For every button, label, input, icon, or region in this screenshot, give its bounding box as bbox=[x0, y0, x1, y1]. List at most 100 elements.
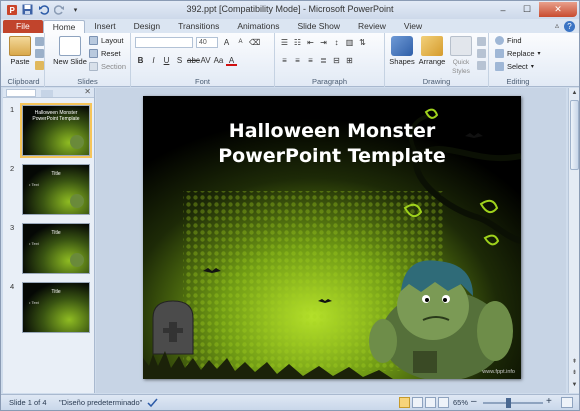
select-icon bbox=[495, 62, 504, 71]
close-panel-icon[interactable]: ✕ bbox=[84, 87, 91, 96]
font-size-combo[interactable]: 40 bbox=[196, 37, 218, 48]
underline-icon[interactable]: U bbox=[161, 55, 172, 66]
tab-file[interactable]: File bbox=[3, 20, 43, 33]
slide-number: 3 bbox=[10, 223, 15, 232]
previous-slide-icon[interactable]: ⇞ bbox=[570, 358, 579, 367]
slide-thumbnail[interactable]: Title • Text bbox=[22, 223, 90, 274]
shape-outline-icon[interactable] bbox=[477, 49, 486, 58]
slide-thumbnail[interactable]: Title • Text bbox=[22, 282, 90, 333]
zoom-out-icon[interactable]: – bbox=[471, 396, 477, 407]
slide-title-line-2: PowerPoint Template bbox=[218, 145, 446, 167]
slide-thumbnail-row[interactable]: 2 Title • Text bbox=[3, 164, 95, 216]
bullets-icon[interactable]: ☰ bbox=[279, 37, 290, 48]
slides-panel: ✕ 1 Halloween Monster PowerPoint Templat… bbox=[3, 87, 95, 393]
slide-thumbnail[interactable]: Halloween Monster PowerPoint Template bbox=[22, 105, 90, 156]
close-icon[interactable]: ✕ bbox=[539, 2, 577, 17]
outline-tab[interactable] bbox=[41, 90, 53, 97]
zoom-slider-knob[interactable] bbox=[506, 398, 511, 408]
copy-icon[interactable] bbox=[35, 49, 44, 58]
align-right-icon[interactable]: ≡ bbox=[305, 55, 316, 66]
slide-title[interactable]: Halloween Monster PowerPoint Template bbox=[143, 119, 521, 169]
slide-canvas[interactable]: Halloween Monster PowerPoint Template ww… bbox=[143, 96, 521, 379]
italic-icon[interactable]: I bbox=[148, 55, 159, 66]
minimize-icon[interactable]: – bbox=[491, 2, 515, 17]
thumbnail-title: Title bbox=[51, 230, 61, 236]
slide-thumbnail-row[interactable]: 3 Title • Text bbox=[3, 223, 95, 275]
tab-home[interactable]: Home bbox=[42, 20, 86, 33]
section-button[interactable]: Section bbox=[89, 62, 126, 71]
reading-view-icon[interactable] bbox=[425, 397, 436, 408]
new-slide-button[interactable]: New Slide bbox=[53, 36, 87, 66]
shape-fill-icon[interactable] bbox=[477, 37, 486, 46]
quick-styles-button[interactable]: Quick Styles bbox=[447, 36, 475, 75]
shrink-font-icon[interactable]: A bbox=[235, 37, 246, 48]
replace-button[interactable]: Replace ▾ bbox=[495, 49, 541, 58]
slide-count-text: Slide 1 of 4 bbox=[9, 398, 47, 407]
font-color-icon[interactable]: A bbox=[226, 55, 237, 66]
numbering-icon[interactable]: ☷ bbox=[292, 37, 303, 48]
select-button[interactable]: Select ▾ bbox=[495, 62, 534, 71]
line-spacing-icon[interactable]: ↕ bbox=[331, 37, 342, 48]
align-text-icon[interactable]: ⊟ bbox=[331, 55, 342, 66]
tab-transitions[interactable]: Transitions bbox=[169, 20, 228, 33]
slides-tab[interactable] bbox=[6, 89, 36, 97]
powerpoint-window: P ▾ 392.ppt [Compatibility Mode] - Micro… bbox=[0, 0, 580, 411]
status-bar: Slide 1 of 4 "Diseño predeterminado" 65%… bbox=[1, 394, 579, 410]
font-group: 40 A A ⌫ B I U S abc AV Aa A Font bbox=[131, 33, 275, 87]
tab-review[interactable]: Review bbox=[349, 20, 395, 33]
tab-view[interactable]: View bbox=[395, 20, 431, 33]
help-icon[interactable]: ? bbox=[564, 21, 575, 32]
grow-font-icon[interactable]: A bbox=[221, 37, 232, 48]
decrease-indent-icon[interactable]: ⇤ bbox=[305, 37, 316, 48]
slide-sorter-view-icon[interactable] bbox=[412, 397, 423, 408]
ribbon-tabs: File Home Insert Design Transitions Anim… bbox=[1, 19, 579, 33]
zoom-level[interactable]: 65% bbox=[453, 398, 468, 407]
zoom-in-icon[interactable]: + bbox=[546, 396, 552, 407]
shapes-button[interactable]: Shapes bbox=[388, 36, 416, 66]
scrollbar-thumb[interactable] bbox=[570, 100, 579, 170]
spell-check-icon[interactable] bbox=[147, 397, 158, 408]
scroll-up-icon[interactable]: ▲ bbox=[570, 89, 579, 98]
shape-effects-icon[interactable] bbox=[477, 61, 486, 70]
minimize-ribbon-icon[interactable]: ▵ bbox=[555, 21, 559, 30]
columns-icon[interactable]: ▥ bbox=[344, 37, 355, 48]
change-case-icon[interactable]: Aa bbox=[213, 55, 224, 66]
shadow-icon[interactable]: S bbox=[174, 55, 185, 66]
format-painter-icon[interactable] bbox=[35, 61, 44, 70]
slide-thumbnail-row[interactable]: 4 Title • Text bbox=[3, 282, 95, 334]
editing-group-label: Editing bbox=[506, 77, 530, 86]
paste-button[interactable]: Paste bbox=[5, 36, 35, 66]
tab-slide-show[interactable]: Slide Show bbox=[288, 20, 349, 33]
next-slide-icon[interactable]: ⇟ bbox=[570, 369, 579, 378]
text-direction-icon[interactable]: ⇅ bbox=[357, 37, 368, 48]
align-left-icon[interactable]: ≡ bbox=[279, 55, 290, 66]
drawing-group-label: Drawing bbox=[422, 77, 451, 86]
tab-animations[interactable]: Animations bbox=[228, 20, 288, 33]
increase-indent-icon[interactable]: ⇥ bbox=[318, 37, 329, 48]
smartart-icon[interactable]: ⊞ bbox=[344, 55, 355, 66]
fit-to-window-icon[interactable] bbox=[561, 397, 573, 408]
vertical-scrollbar[interactable]: ▲ ⇞ ⇟ ▼ bbox=[568, 88, 579, 393]
reset-button[interactable]: Reset bbox=[89, 49, 121, 58]
zoom-slider[interactable] bbox=[483, 402, 543, 404]
font-name-combo[interactable] bbox=[135, 37, 193, 48]
slide-thumbnail-row[interactable]: 1 Halloween Monster PowerPoint Template bbox=[3, 105, 95, 157]
clear-format-icon[interactable]: ⌫ bbox=[249, 37, 260, 48]
strikethrough-icon[interactable]: abc bbox=[187, 55, 200, 66]
cut-icon[interactable] bbox=[35, 37, 44, 46]
slide-thumbnail[interactable]: Title • Text bbox=[22, 164, 90, 215]
scroll-down-icon[interactable]: ▼ bbox=[570, 381, 579, 390]
justify-icon[interactable]: ≣ bbox=[318, 55, 329, 66]
char-spacing-icon[interactable]: AV bbox=[200, 55, 211, 66]
tab-design[interactable]: Design bbox=[125, 20, 169, 33]
maximize-icon[interactable]: ☐ bbox=[515, 2, 539, 17]
bold-icon[interactable]: B bbox=[135, 55, 146, 66]
normal-view-icon[interactable] bbox=[399, 397, 410, 408]
slide-show-view-icon[interactable] bbox=[438, 397, 449, 408]
layout-button[interactable]: Layout bbox=[89, 36, 124, 45]
tab-insert[interactable]: Insert bbox=[85, 20, 124, 33]
view-buttons bbox=[399, 397, 449, 408]
arrange-button[interactable]: Arrange bbox=[417, 36, 447, 66]
align-center-icon[interactable]: ≡ bbox=[292, 55, 303, 66]
find-button[interactable]: Find bbox=[495, 36, 522, 45]
